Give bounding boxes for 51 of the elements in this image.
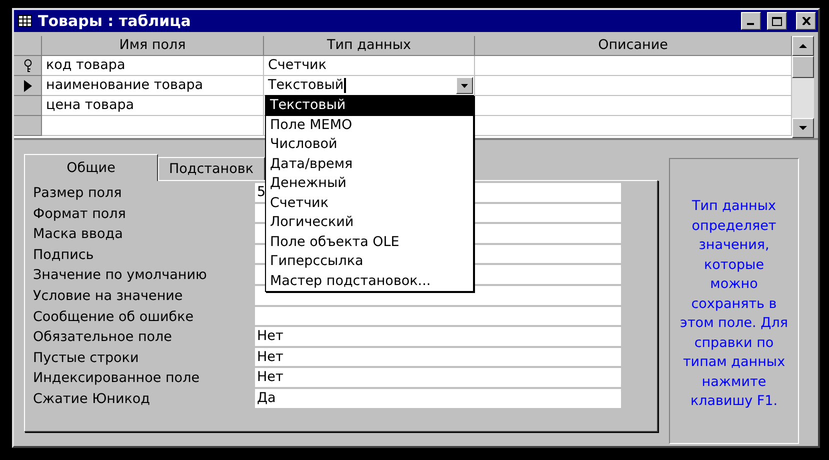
help-text: Тип данных определяет значения, которые можно сохранять в этом поле. Для справки по типам данных нажмите клавишу F1. [669, 158, 799, 444]
dropdown-item[interactable]: Числовой [266, 135, 473, 154]
property-field[interactable] [255, 306, 621, 326]
table-cell: наименование товара [42, 76, 264, 96]
dropdown-item[interactable]: Поле объекта OLE [266, 232, 473, 252]
table-cell: цена товара [42, 96, 264, 116]
maximize-button[interactable] [767, 12, 787, 30]
column-header[interactable]: Описание [475, 36, 792, 56]
table-icon [18, 15, 32, 27]
tab[interactable]: Подстановк [158, 157, 265, 180]
dropdown-item[interactable]: Поле MEMO [266, 116, 473, 135]
minimize-button[interactable] [741, 12, 761, 30]
dropdown-item[interactable]: Денежный [266, 174, 473, 194]
dropdown-item[interactable]: Счетчик [266, 194, 473, 213]
row-selector[interactable] [14, 56, 42, 76]
column-header[interactable]: Имя поля [42, 36, 264, 56]
up-arrow-icon [799, 44, 807, 48]
table-cell: Счетчик [264, 56, 475, 76]
close-icon [802, 17, 810, 25]
property-label: Формат поля [33, 204, 127, 224]
caret-icon [461, 84, 468, 88]
dropdown-item[interactable]: Гиперссылка [266, 252, 473, 272]
dropdown-item[interactable]: Логический [266, 213, 473, 232]
scroll-thumb[interactable] [792, 56, 814, 78]
tab[interactable]: Общие [24, 154, 158, 181]
dropdown-item[interactable]: Дата/время [266, 154, 473, 174]
dropdown-item[interactable]: Текстовый [266, 96, 473, 116]
property-label: Подпись [33, 246, 95, 265]
property-label: Условие на значение [33, 286, 184, 306]
property-field[interactable]: Нет [255, 348, 621, 366]
property-label: Значение по умолчанию [33, 266, 208, 286]
property-label: Обязательное поле [33, 328, 173, 348]
property-label: Сообщение об ошибке [33, 308, 195, 327]
property-label: Размер поля [33, 184, 123, 203]
dropdown-item[interactable]: Мастер подстановок... [266, 272, 473, 291]
property-field[interactable]: Нет [255, 368, 621, 387]
column-header[interactable]: Тип данных [264, 36, 475, 56]
window-title: Товары : таблица [38, 12, 192, 30]
dropdown-button[interactable] [456, 77, 473, 94]
table-cell: код товара [42, 56, 264, 76]
property-label: Пустые строки [33, 348, 140, 368]
vertical-scrollbar[interactable] [792, 36, 814, 138]
property-label: Маска ввода [33, 225, 124, 244]
property-label: Сжатие Юникод [33, 390, 152, 409]
property-label: Индексированное поле [33, 369, 201, 388]
row-selector[interactable] [14, 76, 42, 96]
close-button[interactable] [796, 12, 816, 30]
property-field[interactable]: Нет [255, 327, 621, 346]
property-field[interactable]: Да [255, 388, 621, 408]
down-arrow-icon [799, 126, 807, 130]
maximize-icon [772, 16, 782, 26]
